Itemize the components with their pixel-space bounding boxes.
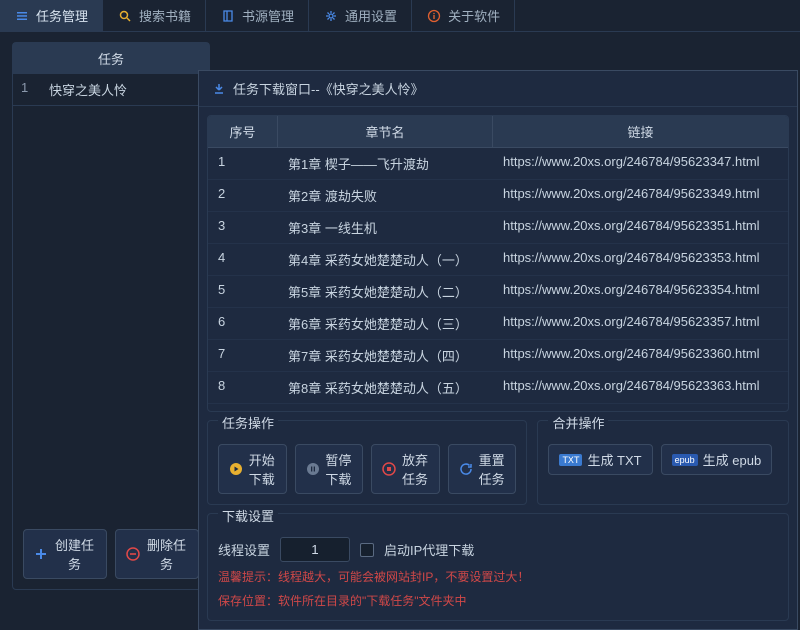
gear-icon	[323, 8, 339, 24]
task-ops-title: 任务操作	[218, 413, 278, 432]
cell-link: https://www.20xs.org/246784/95623349.htm…	[493, 183, 788, 208]
plus-icon	[34, 547, 48, 561]
table-row[interactable]: 1第1章 楔子——飞升渡劫https://www.20xs.org/246784…	[208, 148, 788, 180]
cell-index: 3	[208, 215, 278, 240]
dialog-titlebar[interactable]: 任务下载窗口--《快穿之美人怜》	[199, 71, 797, 107]
sidebar-header: 任务	[13, 43, 209, 74]
cell-chapter: 第7章 采药女她楚楚动人（四）	[278, 343, 493, 368]
top-tab-list[interactable]: 任务管理	[0, 0, 103, 31]
cell-chapter: 第9章 采药女她楚楚可怜（六）	[278, 407, 493, 411]
stop-circle-icon	[382, 462, 396, 476]
task-ops-panel: 任务操作 开始下载 暂停下载 放弃任务	[207, 420, 527, 505]
table-row[interactable]: 2第2章 渡劫失败https://www.20xs.org/246784/956…	[208, 180, 788, 212]
thread-input[interactable]	[280, 537, 350, 562]
cell-link: https://www.20xs.org/246784/95623363.htm…	[493, 375, 788, 400]
refresh-icon	[459, 462, 473, 476]
cell-chapter: 第1章 楔子——飞升渡劫	[278, 151, 493, 176]
merge-ops-panel: 合并操作 TXT 生成 TXT epub 生成 epub	[537, 420, 789, 505]
pause-icon	[306, 462, 320, 476]
task-sidebar: 任务 1 快穿之美人怜 创建任务 删除任务	[12, 42, 210, 590]
cell-link: https://www.20xs.org/246784/95623357.htm…	[493, 311, 788, 336]
cell-chapter: 第6章 采药女她楚楚动人（三）	[278, 311, 493, 336]
col-header-chapter[interactable]: 章节名	[278, 116, 493, 147]
cell-index: 6	[208, 311, 278, 336]
table-header: 序号 章节名 链接	[208, 116, 788, 148]
table-row[interactable]: 7第7章 采药女她楚楚动人（四）https://www.20xs.org/246…	[208, 340, 788, 372]
col-header-index[interactable]: 序号	[208, 116, 278, 147]
cell-link: https://www.20xs.org/246784/95623360.htm…	[493, 343, 788, 368]
cell-chapter: 第4章 采药女她楚楚动人（一）	[278, 247, 493, 272]
cell-chapter: 第8章 采药女她楚楚动人（五）	[278, 375, 493, 400]
settings-title: 下载设置	[218, 506, 278, 525]
export-txt-button[interactable]: TXT 生成 TXT	[548, 444, 652, 475]
minus-circle-icon	[126, 547, 140, 561]
table-row[interactable]: 5第5章 采药女她楚楚动人（二）https://www.20xs.org/246…	[208, 276, 788, 308]
list-icon	[14, 8, 30, 24]
cell-link: https://www.20xs.org/246784/95623347.htm…	[493, 151, 788, 176]
table-body[interactable]: 1第1章 楔子——飞升渡劫https://www.20xs.org/246784…	[208, 148, 788, 411]
top-tabs: 任务管理搜索书籍书源管理通用设置关于软件	[0, 0, 800, 32]
cell-link: https://www.20xs.org/246784/95623367.htm…	[493, 407, 788, 411]
txt-badge-icon: TXT	[559, 454, 582, 466]
cell-index: 2	[208, 183, 278, 208]
table-row[interactable]: 3第3章 一线生机https://www.20xs.org/246784/956…	[208, 212, 788, 244]
pause-download-button[interactable]: 暂停下载	[295, 444, 364, 494]
download-settings-panel: 下载设置 线程设置 启动IP代理下载 温馨提示：线程越大，可能会被网站封IP，不…	[207, 513, 789, 621]
info-icon	[426, 8, 442, 24]
proxy-checkbox[interactable]	[360, 543, 374, 557]
warning-text-2: 保存位置：软件所在目录的"下载任务"文件夹中	[218, 592, 778, 610]
cell-index: 9	[208, 407, 278, 411]
merge-ops-title: 合并操作	[548, 413, 608, 432]
book-icon	[220, 8, 236, 24]
warning-text-1: 温馨提示：线程越大，可能会被网站封IP，不要设置过大！	[218, 568, 778, 586]
cell-index: 8	[208, 375, 278, 400]
task-name: 快穿之美人怜	[49, 80, 127, 99]
cell-index: 4	[208, 247, 278, 272]
cell-link: https://www.20xs.org/246784/95623351.htm…	[493, 215, 788, 240]
download-dialog: 任务下载窗口--《快穿之美人怜》 序号 章节名 链接 1第1章 楔子——飞升渡劫…	[198, 70, 798, 630]
cell-link: https://www.20xs.org/246784/95623354.htm…	[493, 279, 788, 304]
download-icon	[211, 81, 227, 97]
search-icon	[117, 8, 133, 24]
thread-label: 线程设置	[218, 540, 270, 559]
top-tab-gear[interactable]: 通用设置	[309, 0, 412, 31]
table-row[interactable]: 8第8章 采药女她楚楚动人（五）https://www.20xs.org/246…	[208, 372, 788, 404]
cell-chapter: 第3章 一线生机	[278, 215, 493, 240]
col-header-link[interactable]: 链接	[493, 116, 788, 147]
cell-index: 5	[208, 279, 278, 304]
create-task-button[interactable]: 创建任务	[23, 529, 107, 579]
start-download-button[interactable]: 开始下载	[218, 444, 287, 494]
task-row[interactable]: 1 快穿之美人怜	[13, 74, 209, 106]
proxy-label: 启动IP代理下载	[384, 540, 474, 559]
abandon-task-button[interactable]: 放弃任务	[371, 444, 440, 494]
export-epub-button[interactable]: epub 生成 epub	[661, 444, 773, 475]
cell-chapter: 第5章 采药女她楚楚动人（二）	[278, 279, 493, 304]
table-row[interactable]: 4第4章 采药女她楚楚动人（一）https://www.20xs.org/246…	[208, 244, 788, 276]
dialog-title-text: 任务下载窗口--《快穿之美人怜》	[233, 79, 424, 98]
cell-link: https://www.20xs.org/246784/95623353.htm…	[493, 247, 788, 272]
cell-chapter: 第2章 渡劫失败	[278, 183, 493, 208]
cell-index: 1	[208, 151, 278, 176]
task-index: 1	[21, 80, 39, 99]
top-tab-book[interactable]: 书源管理	[206, 0, 309, 31]
cell-index: 7	[208, 343, 278, 368]
top-tab-info[interactable]: 关于软件	[412, 0, 515, 31]
reset-task-button[interactable]: 重置任务	[448, 444, 517, 494]
chapter-table: 序号 章节名 链接 1第1章 楔子——飞升渡劫https://www.20xs.…	[207, 115, 789, 412]
play-icon	[229, 462, 243, 476]
epub-badge-icon: epub	[672, 454, 698, 466]
delete-task-button[interactable]: 删除任务	[115, 529, 199, 579]
table-row[interactable]: 6第6章 采药女她楚楚动人（三）https://www.20xs.org/246…	[208, 308, 788, 340]
top-tab-search[interactable]: 搜索书籍	[103, 0, 206, 31]
table-row[interactable]: 9第9章 采药女她楚楚可怜（六）https://www.20xs.org/246…	[208, 404, 788, 411]
